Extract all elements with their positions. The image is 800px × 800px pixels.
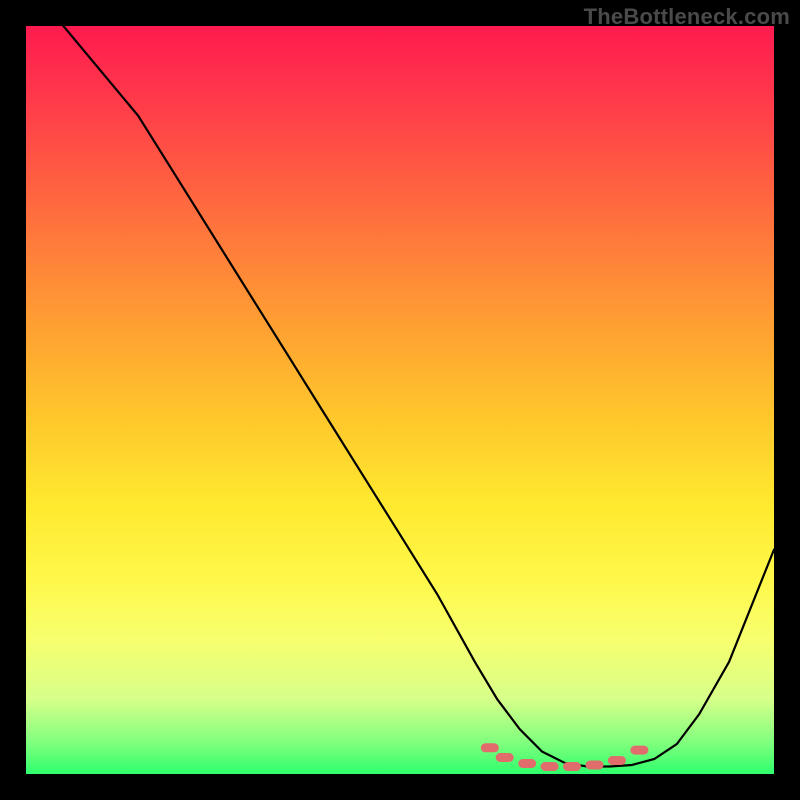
marker-dot	[563, 762, 581, 771]
marker-dot	[481, 743, 499, 752]
watermark-label: TheBottleneck.com	[584, 4, 790, 30]
chart-frame: TheBottleneck.com	[0, 0, 800, 800]
marker-dot	[630, 746, 648, 755]
plot-area	[26, 26, 774, 774]
marker-dot	[541, 762, 559, 771]
highlight-markers	[481, 743, 649, 771]
marker-dot	[518, 759, 536, 768]
chart-svg	[26, 26, 774, 774]
bottleneck-curve	[63, 26, 774, 767]
marker-dot	[608, 756, 626, 765]
marker-dot	[586, 761, 604, 770]
marker-dot	[496, 753, 514, 762]
